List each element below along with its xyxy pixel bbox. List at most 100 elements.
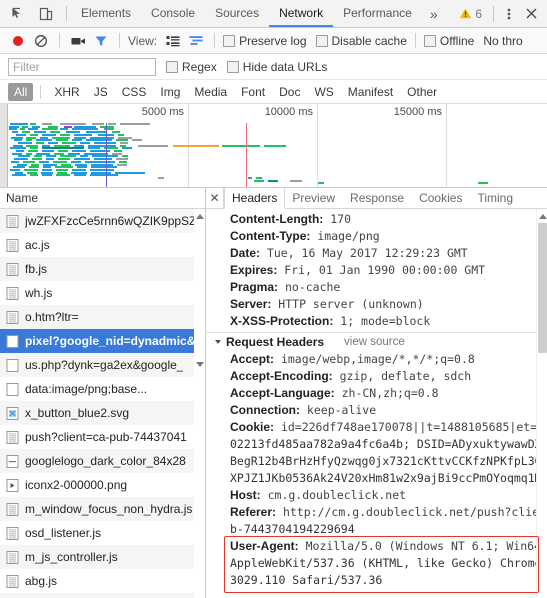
- detail-tab-timing[interactable]: Timing: [470, 188, 521, 208]
- overview-bar: [100, 125, 114, 128]
- capture-screenshots-icon[interactable]: [68, 31, 88, 51]
- request-row[interactable]: push?client=ca-pub-74437041: [0, 425, 205, 449]
- request-row[interactable]: abg.js: [0, 569, 205, 593]
- request-row[interactable]: data:image/png;base...: [0, 377, 205, 401]
- overview-bar: [94, 158, 112, 161]
- overview-bar: [120, 123, 150, 125]
- tab-console[interactable]: Console: [141, 0, 205, 27]
- hide-data-urls-checkbox[interactable]: Hide data URLs: [226, 60, 327, 74]
- preserve-log-checkbox[interactable]: Preserve log: [223, 34, 307, 48]
- overview-bar: [116, 158, 128, 161]
- device-toolbar-icon[interactable]: [36, 4, 56, 24]
- request-row[interactable]: m_window_focus_non_hydra.js: [0, 497, 205, 521]
- cookie-continuation-line: 02213fd485aa782a9a4fc6a4b; DSID=ADyxukty…: [230, 437, 547, 451]
- disable-cache-checkbox[interactable]: Disable cache: [315, 34, 407, 48]
- inspect-element-icon[interactable]: [8, 4, 28, 24]
- type-filter-font[interactable]: Font: [235, 83, 271, 101]
- filter-funnel-icon[interactable]: [91, 31, 111, 51]
- header-value: cm.g.doubleclick.net: [260, 488, 407, 502]
- response-header-line: X-XSS-Protection: 1; mode=block: [206, 313, 547, 330]
- overview-bar: [71, 160, 81, 163]
- request-row[interactable]: pixel?google_nid=dynadmic&: [0, 329, 205, 353]
- tab-sources[interactable]: Sources: [205, 0, 269, 27]
- detail-scroll-up-icon[interactable]: [537, 211, 547, 222]
- header-key: Connection:: [230, 403, 300, 417]
- detail-scrollbar[interactable]: [536, 209, 547, 598]
- type-filter-js[interactable]: JS: [88, 83, 114, 101]
- overview-bar: [16, 150, 24, 152]
- overview-bar: [12, 131, 18, 134]
- more-tabs-icon[interactable]: »: [422, 0, 446, 27]
- request-row[interactable]: fb.js: [0, 257, 205, 281]
- overview-bar: [90, 168, 114, 171]
- requests-scrollbar[interactable]: [194, 209, 205, 598]
- type-filter-ws[interactable]: WS: [308, 83, 339, 101]
- throttling-select[interactable]: No thro: [483, 34, 522, 48]
- detail-tab-response[interactable]: Response: [343, 188, 412, 208]
- type-filter-manifest[interactable]: Manifest: [342, 83, 399, 101]
- request-row[interactable]: wh.js: [0, 281, 205, 305]
- close-devtools-icon[interactable]: [521, 4, 541, 24]
- request-header-line: Cookie: id=226df748ae170078||t=148810568…: [206, 419, 547, 436]
- close-detail-icon[interactable]: ✕: [206, 188, 224, 208]
- request-row[interactable]: m_js_controller.js: [0, 545, 205, 569]
- type-filter-img[interactable]: Img: [154, 83, 186, 101]
- blank-file-icon: [6, 334, 20, 349]
- devtools-tabbar: Elements Console Sources Network Perform…: [0, 0, 547, 28]
- request-row[interactable]: ac.js: [0, 233, 205, 257]
- svg-file-icon: [6, 406, 20, 421]
- overview-bar: [90, 150, 110, 152]
- record-button[interactable]: [8, 31, 28, 51]
- request-name: fb.js: [25, 262, 48, 276]
- warning-badge[interactable]: 6: [453, 7, 488, 21]
- overview-bar: [11, 160, 19, 163]
- main-menu-icon[interactable]: [499, 4, 519, 24]
- clear-button[interactable]: [31, 31, 51, 51]
- type-filter-doc[interactable]: Doc: [273, 83, 306, 101]
- request-headers-section[interactable]: Request Headers view source: [206, 332, 547, 351]
- request-row[interactable]: x_button_blue2.svg: [0, 401, 205, 425]
- scroll-up-icon[interactable]: [194, 211, 205, 222]
- tab-elements[interactable]: Elements: [71, 0, 141, 27]
- overview-bar: [72, 139, 82, 142]
- request-row[interactable]: collect?v=1&_v=j548&a=15129: [0, 593, 205, 598]
- type-filter-all[interactable]: All: [8, 82, 34, 101]
- request-row[interactable]: jwZFXFzcCe5rnn6wQZIK9ppSZ: [0, 209, 205, 233]
- toolbar-divider-3: [214, 33, 216, 48]
- toolbar-divider-2: [119, 33, 120, 48]
- view-list-icon[interactable]: [163, 31, 183, 51]
- filter-input[interactable]: [8, 57, 156, 76]
- overview-left-handle[interactable]: [0, 104, 8, 187]
- scroll-down-icon[interactable]: [194, 359, 205, 370]
- offline-checkbox[interactable]: Offline: [423, 34, 474, 48]
- request-row[interactable]: osd_listener.js: [0, 521, 205, 545]
- request-row[interactable]: googlelogo_dark_color_84x28: [0, 449, 205, 473]
- overview-bar: [10, 168, 20, 171]
- overview-bar: [64, 125, 72, 128]
- type-filter-xhr[interactable]: XHR: [48, 83, 85, 101]
- type-filter-other[interactable]: Other: [401, 83, 443, 101]
- overview-bar: [88, 144, 116, 147]
- request-row[interactable]: us.php?dynk=ga2ex&google_: [0, 353, 205, 377]
- type-filter-row: All XHR JS CSS Img Media Font Doc WS Man…: [0, 80, 547, 104]
- regex-checkbox[interactable]: Regex: [166, 60, 217, 74]
- request-row[interactable]: iconx2-000000.png: [0, 473, 205, 497]
- filter-row: Regex Hide data URLs: [0, 54, 547, 80]
- tab-performance[interactable]: Performance: [333, 0, 422, 27]
- header-key: Accept:: [230, 352, 275, 366]
- detail-tab-headers[interactable]: Headers: [224, 188, 286, 209]
- header-value: 170: [323, 212, 352, 226]
- detail-tab-cookies[interactable]: Cookies: [412, 188, 470, 208]
- overview-bar: [42, 123, 52, 125]
- tab-network[interactable]: Network: [269, 0, 334, 27]
- detail-tab-preview[interactable]: Preview: [285, 188, 343, 208]
- type-filter-css[interactable]: CSS: [116, 83, 153, 101]
- network-overview-timeline[interactable]: 5000 ms 10000 ms 15000 ms: [0, 104, 547, 188]
- requests-column-header[interactable]: Name: [0, 188, 205, 209]
- overview-bar: [108, 123, 116, 125]
- detail-scroll-thumb[interactable]: [538, 223, 547, 353]
- type-filter-media[interactable]: Media: [188, 83, 233, 101]
- view-source-link[interactable]: view source: [344, 333, 405, 351]
- view-waterfall-icon[interactable]: [186, 31, 206, 51]
- request-row[interactable]: o.htm?ltr=: [0, 305, 205, 329]
